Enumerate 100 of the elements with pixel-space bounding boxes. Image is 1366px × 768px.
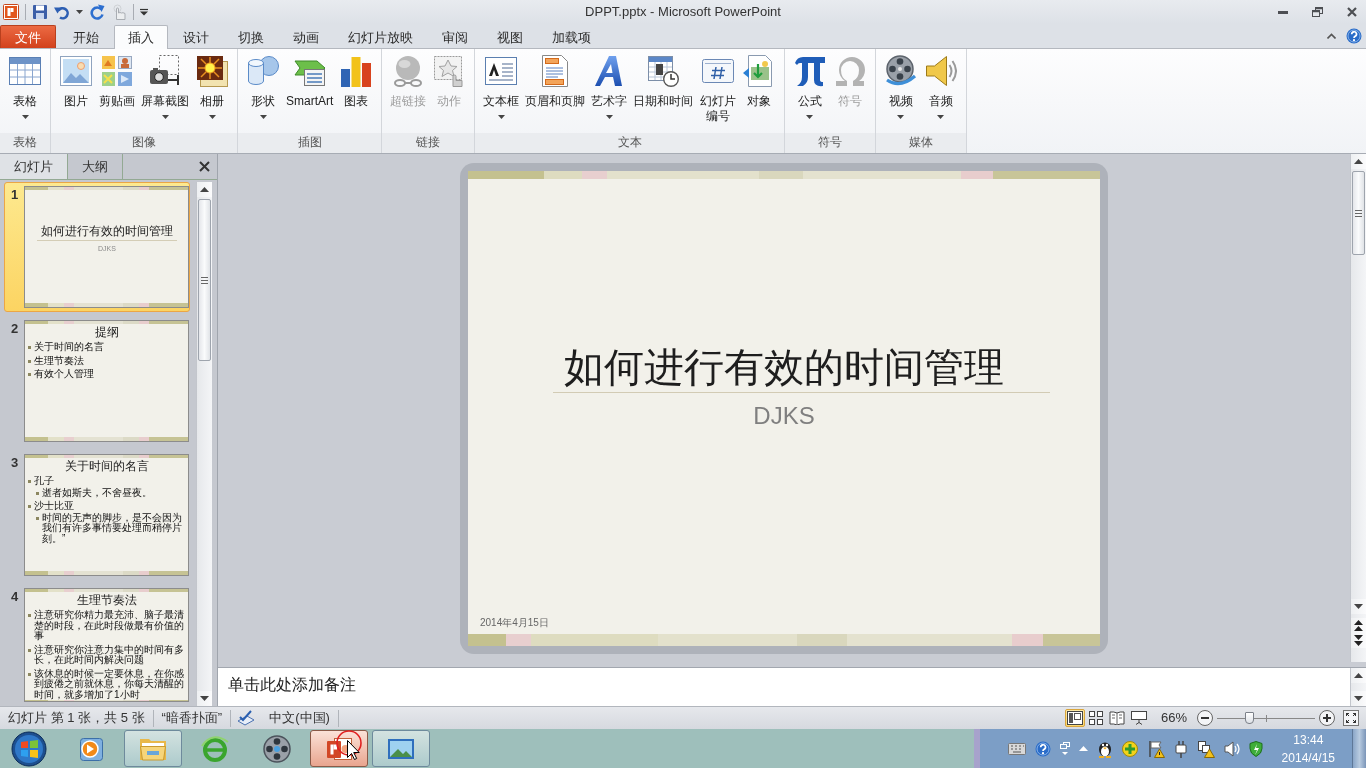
dropdown-caret-icon <box>259 115 267 119</box>
start-orb-icon[interactable] <box>11 730 47 767</box>
scrollbar-thumb[interactable] <box>198 199 211 361</box>
scroll-down-button[interactable] <box>1351 691 1366 706</box>
scroll-up-button[interactable] <box>1351 668 1366 683</box>
zoom-out-icon[interactable] <box>1197 710 1213 726</box>
spell-check-icon[interactable] <box>237 710 256 726</box>
ribbon-tab[interactable]: 视图 <box>483 25 537 48</box>
zoom-slider-thumb[interactable] <box>1245 712 1255 724</box>
ribbon-tab[interactable]: 动画 <box>279 25 333 48</box>
thumbnail-bullet: 注意研究你注意力集中的时间有多长，在此时间内解决问题 <box>34 644 185 666</box>
save-icon[interactable] <box>32 4 48 20</box>
previous-slide-button[interactable] <box>1351 618 1366 633</box>
thumbnail-bullet: 沙士比亚 <box>34 501 74 512</box>
globe-chain-icon <box>392 55 425 87</box>
fit-to-window-icon[interactable] <box>1343 710 1359 726</box>
slide-list-item[interactable]: 4 生理节奏法 注意研究你精力最充沛、脑子最清楚的时段，在此时段做最有价值的事 注意研究你注意力集中的时间有多长，在此时间内解决问题 该休息的时候一定要休息，在你感到疲倦之前就休息，你每天清醒的时间，就多增加了1小时 <box>4 584 190 706</box>
language-text[interactable]: 中文(中国) <box>261 708 338 728</box>
zoom-in-icon[interactable] <box>1319 710 1335 726</box>
audio-button[interactable]: 音频 <box>920 55 961 119</box>
wordart-button[interactable]: 艺术字 <box>588 55 631 119</box>
window-title: DPPT.pptx - Microsoft PowerPoint <box>585 3 781 22</box>
shapes-button[interactable]: 形状 <box>243 55 283 119</box>
power-plug-icon[interactable] <box>1173 739 1188 758</box>
clip-art-button[interactable]: 剪贴画 <box>96 55 138 109</box>
close-icon[interactable] <box>1347 7 1357 17</box>
theme-name-text: “暗香扑面” <box>160 709 224 728</box>
file-tab[interactable]: 文件 <box>0 25 56 48</box>
notes-field[interactable]: 单击此处添加备注 <box>218 668 1350 706</box>
thumbnail-title: 如何进行有效的时间管理 <box>41 224 173 238</box>
table-button[interactable]: 表格 <box>5 55 45 119</box>
customize-caret-icon[interactable] <box>140 8 148 16</box>
equation-button[interactable]: 公式 <box>789 55 830 119</box>
network-warning-icon[interactable] <box>1196 739 1215 758</box>
calendar-clock-icon <box>647 55 680 87</box>
scroll-up-button[interactable] <box>197 182 212 197</box>
smartart-button[interactable]: SmartArt <box>283 55 337 109</box>
picture-button[interactable]: 图片 <box>56 55 96 109</box>
dropdown-caret-icon <box>208 115 216 119</box>
speaker-icon[interactable] <box>1223 740 1240 757</box>
table-grid-icon <box>9 55 41 87</box>
scroll-up-button[interactable] <box>1351 154 1366 169</box>
ribbon-tab[interactable]: 加载项 <box>538 25 605 48</box>
ribbon-tab[interactable]: 开始 <box>59 25 113 48</box>
omega-symbol-icon <box>833 55 866 87</box>
slide-show-button[interactable] <box>1128 709 1149 727</box>
film-reel-icon[interactable] <box>263 734 291 763</box>
bullet-icon <box>28 505 31 508</box>
zoom-level-text[interactable]: 66% <box>1150 708 1197 728</box>
ribbon-tab[interactable]: 切换 <box>224 25 278 48</box>
screenshot-button[interactable]: 屏幕截图 <box>138 55 192 119</box>
slide-sorter-button[interactable] <box>1086 709 1105 727</box>
scrollbar-thumb[interactable] <box>1352 171 1365 255</box>
thumbnail-title: 关于时间的名言 <box>65 460 149 473</box>
flag-warning-icon[interactable] <box>1146 739 1165 758</box>
undo-icon[interactable] <box>54 4 70 20</box>
close-icon[interactable] <box>199 161 210 172</box>
caret-icon[interactable] <box>76 10 83 14</box>
date-time-button[interactable]: 日期和时间 <box>630 55 697 109</box>
slide-subtitle: DJKS <box>753 400 815 430</box>
pane-tab[interactable]: 幻灯片 <box>0 154 68 179</box>
presentation-app-icon[interactable] <box>3 4 19 20</box>
help-icon[interactable] <box>1034 740 1051 757</box>
video-button[interactable]: 视频 <box>880 55 921 119</box>
ribbon-tab[interactable]: 设计 <box>169 25 223 48</box>
ribbon-tab[interactable]: 插入 <box>114 25 168 49</box>
scroll-down-button[interactable] <box>1351 599 1366 614</box>
split-pane-icon <box>1066 711 1083 725</box>
chart-button[interactable]: 图表 <box>336 55 377 109</box>
speaker-icon <box>924 55 957 87</box>
dropdown-caret-icon <box>806 115 814 119</box>
show-hidden-icons-icon[interactable] <box>1078 746 1088 751</box>
reading-view-button[interactable] <box>1106 709 1127 727</box>
keyboard-icon[interactable] <box>1007 742 1026 755</box>
slide-list-item[interactable]: 2 提纲 关于时间的名言 生理节奏法 有效个人管理 <box>4 316 190 446</box>
slide-number-button[interactable]: 幻灯片编号 <box>696 55 739 124</box>
down-arrow-icon <box>1354 604 1363 609</box>
scroll-down-button[interactable] <box>197 691 212 706</box>
group-label: 链接 <box>382 133 475 153</box>
window-caret-icon[interactable] <box>1059 741 1070 756</box>
next-slide-button[interactable] <box>1351 633 1366 648</box>
slide-list-item[interactable]: 3 关于时间的名言 孔子 逝者如斯夫，不舍昼夜。 沙士比亚 时间的无声的脚步，是不会因为我们有许多事情要处理而稍停片刻。” <box>4 450 190 580</box>
ribbon-tab[interactable]: 审阅 <box>428 25 482 48</box>
normal-view-button[interactable] <box>1064 709 1085 727</box>
shield-icon[interactable] <box>1248 740 1263 757</box>
ribbon-tab[interactable]: 幻灯片放映 <box>334 25 427 48</box>
restore-icon[interactable] <box>1312 7 1323 17</box>
redo-icon[interactable] <box>89 4 105 20</box>
help-icon[interactable] <box>1346 28 1362 44</box>
text-box-button[interactable]: 文本框 <box>480 55 523 119</box>
photo-album-button[interactable]: 相册 <box>192 55 232 119</box>
header-footer-button[interactable]: 页眉和页脚 <box>522 55 589 109</box>
collapse-ribbon-icon[interactable] <box>1327 33 1336 39</box>
four-squares-icon <box>1088 711 1103 725</box>
dropdown-caret-icon <box>897 115 905 119</box>
minimize-icon[interactable] <box>1278 10 1288 14</box>
object-button[interactable]: 对象 <box>738 55 779 109</box>
slide-number: 2 <box>9 320 20 337</box>
thumbnail-bullet: 有效个人管理 <box>34 369 94 380</box>
thumbnail-bullet: 时间的无声的脚步，是不会因为我们有许多事情要处理而稍停片刻。” <box>42 512 183 544</box>
